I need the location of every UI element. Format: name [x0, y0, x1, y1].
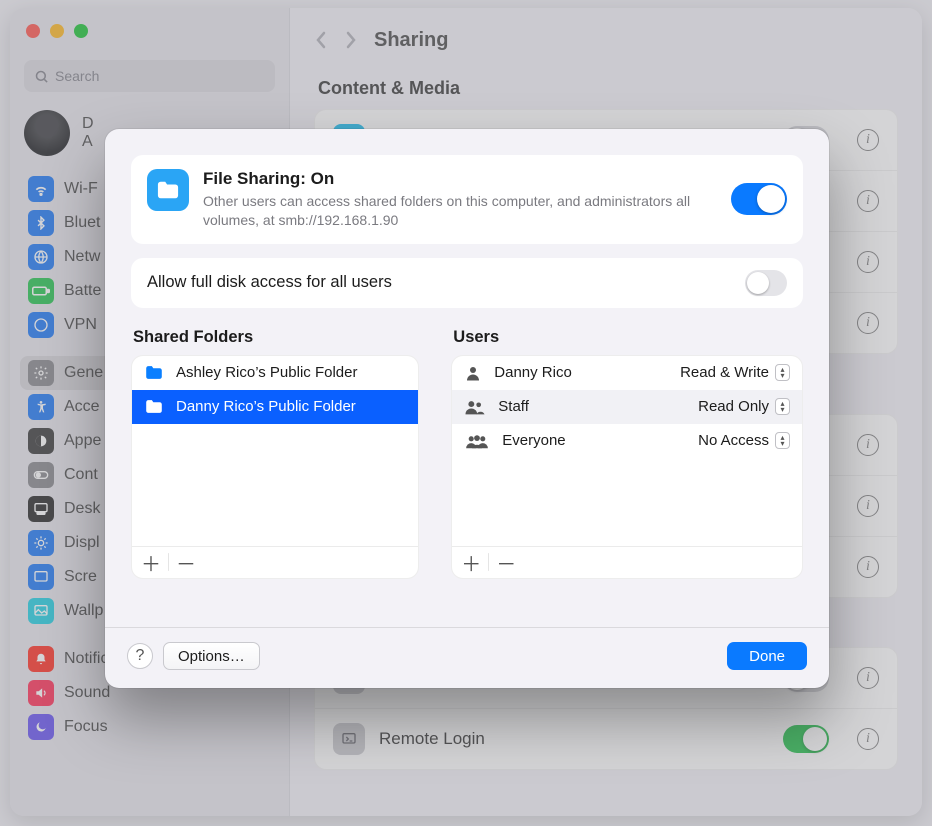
remove-folder-button[interactable]: － [173, 549, 199, 575]
permission-select[interactable]: Read & Write ▴▾ [680, 364, 790, 381]
users-column: Users Danny Rico Read & Write ▴▾ [451, 328, 803, 579]
fda-toggle[interactable] [745, 270, 787, 296]
user-row[interactable]: Staff Read Only ▴▾ [452, 390, 802, 424]
users-footer: ＋ － [452, 546, 802, 578]
file-sharing-icon [147, 169, 189, 211]
permission-select[interactable]: No Access ▴▾ [698, 432, 790, 449]
sheet-footer: ? Options… Done [105, 627, 829, 688]
full-disk-access-row: Allow full disk access for all users [131, 258, 803, 308]
add-folder-button[interactable]: ＋ [138, 549, 164, 575]
file-sharing-sheet: File Sharing: On Other users can access … [105, 129, 829, 688]
folder-icon [144, 398, 164, 415]
chevron-updown-icon: ▴▾ [775, 398, 790, 415]
chevron-updown-icon: ▴▾ [775, 432, 790, 449]
folder-row[interactable]: Danny Rico’s Public Folder [132, 390, 418, 424]
permission-select[interactable]: Read Only ▴▾ [698, 398, 790, 415]
chevron-updown-icon: ▴▾ [775, 364, 790, 381]
user-row[interactable]: Danny Rico Read & Write ▴▾ [452, 356, 802, 390]
shared-folders-list: Ashley Rico’s Public Folder Danny Rico’s… [131, 355, 419, 579]
options-button[interactable]: Options… [163, 642, 260, 670]
people-icon [464, 398, 486, 416]
fda-label: Allow full disk access for all users [147, 273, 745, 292]
done-button[interactable]: Done [727, 642, 807, 670]
file-sharing-header: File Sharing: On Other users can access … [131, 155, 803, 244]
users-title: Users [453, 328, 801, 347]
add-user-button[interactable]: ＋ [458, 549, 484, 575]
folders-footer: ＋ － [132, 546, 418, 578]
remove-user-button[interactable]: － [493, 549, 519, 575]
folder-icon [144, 364, 164, 381]
shared-folders-column: Shared Folders Ashley Rico’s Public Fold… [131, 328, 419, 579]
file-sharing-toggle[interactable] [731, 183, 787, 215]
sheet-subtitle: Other users can access shared folders on… [203, 192, 717, 230]
people-icon [464, 432, 490, 450]
user-row[interactable]: Everyone No Access ▴▾ [452, 424, 802, 458]
shared-folders-title: Shared Folders [133, 328, 417, 347]
person-icon [464, 364, 482, 382]
sheet-title: File Sharing: On [203, 169, 717, 189]
folder-row[interactable]: Ashley Rico’s Public Folder [132, 356, 418, 390]
users-list: Danny Rico Read & Write ▴▾ Staff Read On… [451, 355, 803, 579]
help-button[interactable]: ? [127, 643, 153, 669]
